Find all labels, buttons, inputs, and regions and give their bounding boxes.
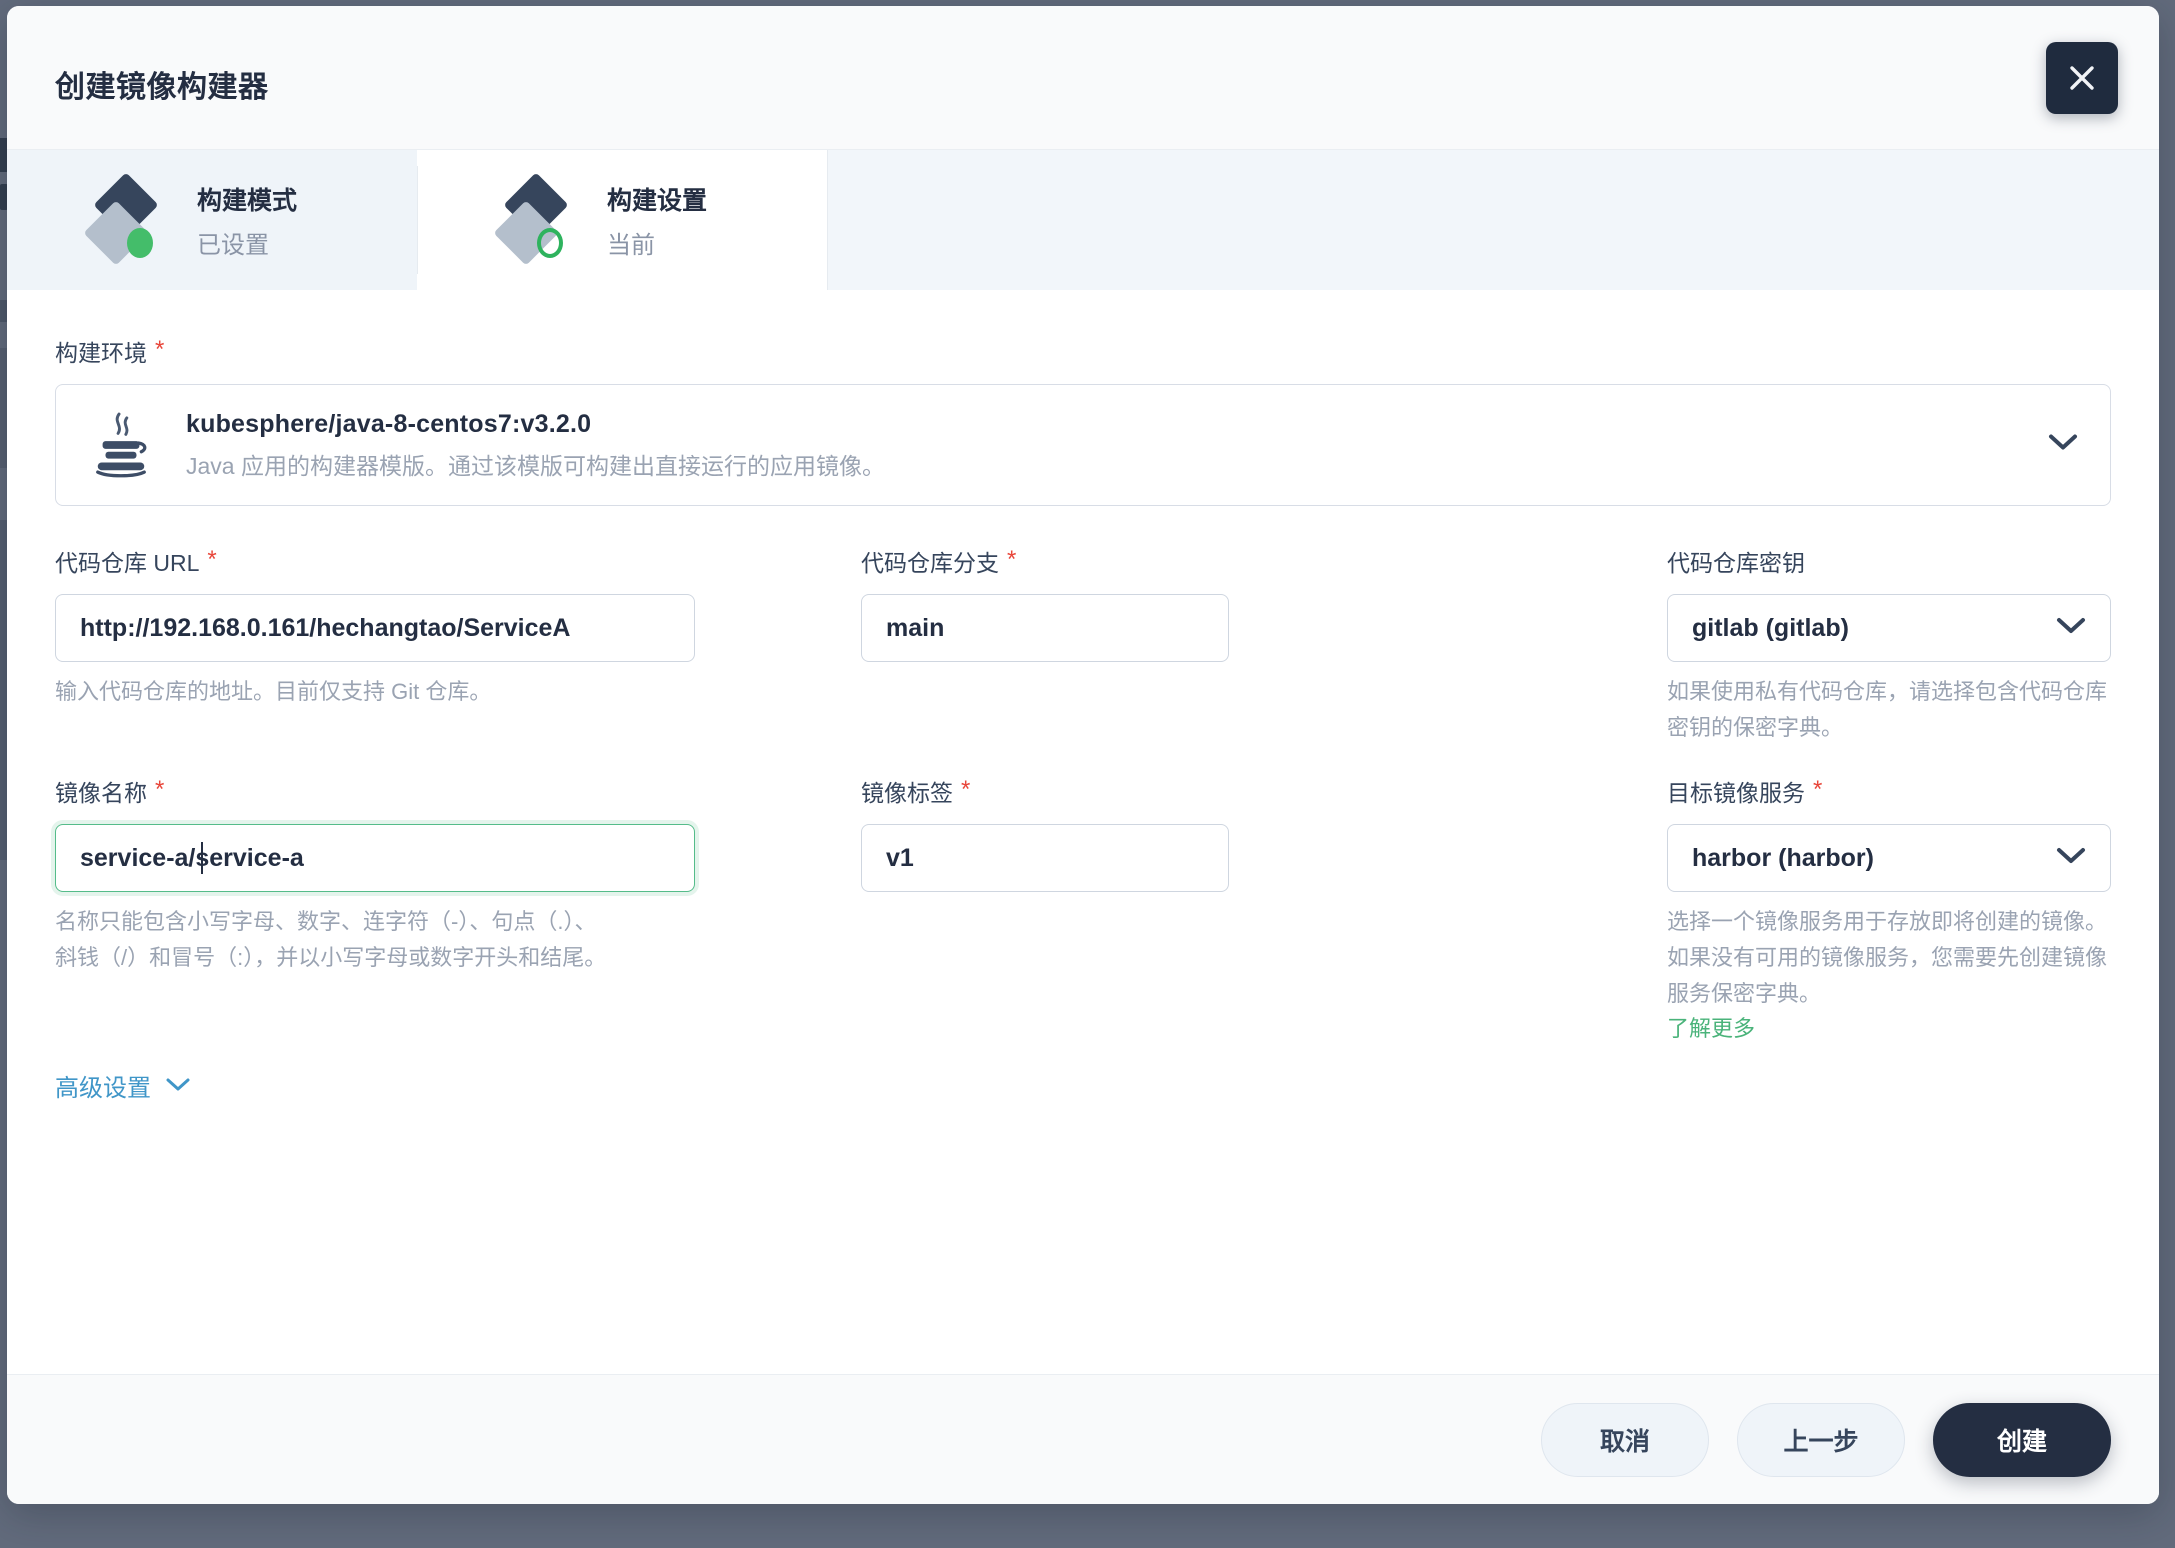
build-environment-image: kubesphere/java-8-centos7:v3.2.0 [186,410,885,439]
page-title: 创建镜像构建器 [55,62,269,106]
step-status-text: 当前 [607,225,707,260]
chevron-down-icon [165,1072,191,1100]
chevron-down-icon [2056,847,2086,870]
image-tag-label: 镜像标签 [861,774,953,808]
step-tabs: 构建模式 已设置 构建设置 当前 [7,150,2159,290]
repo-branch-input[interactable] [861,594,1229,662]
required-marker: * [155,338,164,362]
repo-url-input[interactable] [55,594,695,662]
build-environment-description: Java 应用的构建器模版。通过该模版可构建出直接运行的应用镜像。 [186,447,885,481]
step-status-dot-current [537,228,563,258]
modal-footer: 取消 上一步 创建 [7,1374,2159,1504]
repo-secret-help: 如果使用私有代码仓库，请选择包含代码仓库密钥的保密字典。 [1667,674,2111,746]
step-status-dot-complete [127,228,153,258]
advanced-settings-toggle[interactable]: 高级设置 [55,1068,191,1103]
step-diamond-icon [97,176,171,264]
create-button[interactable]: 创建 [1933,1403,2111,1477]
field-target-registry: 目标镜像服务 * harbor (harbor) 选择一个镜像服务用于存放即将创… [1667,774,2111,1046]
field-repo-secret: 代码仓库密钥 gitlab (gitlab) 如果使用私有代码仓库，请选择包含代… [1667,544,2111,746]
field-image-name: 镜像名称 * 名称只能包含小写字母、数字、连字符（-）、句点（.）、斜钱（/）和… [55,774,695,976]
step-tab-build-mode[interactable]: 构建模式 已设置 [7,150,417,290]
step-label: 构建设置 [607,181,707,217]
cancel-button[interactable]: 取消 [1541,1403,1709,1477]
row-spacer [55,746,2111,774]
required-marker: * [155,778,164,802]
repo-url-label: 代码仓库 URL [55,544,199,578]
java-icon [90,408,152,482]
modal-body: 构建环境 * [7,290,2159,1374]
repo-secret-select[interactable]: gitlab (gitlab) [1667,594,2111,662]
step-tabs-filler [827,150,2159,290]
form-row-image: 镜像名称 * 名称只能包含小写字母、数字、连字符（-）、句点（.）、斜钱（/）和… [55,774,2111,1046]
modal-header: 创建镜像构建器 [7,6,2159,150]
repo-url-help: 输入代码仓库的地址。目前仅支持 Git 仓库。 [55,674,695,710]
build-environment-selector[interactable]: kubesphere/java-8-centos7:v3.2.0 Java 应用… [55,384,2111,506]
step-status-text: 已设置 [197,225,297,260]
required-marker: * [1813,778,1822,802]
close-button[interactable] [2046,42,2118,114]
image-name-input[interactable] [55,824,695,892]
image-name-label: 镜像名称 [55,774,147,808]
field-image-tag: 镜像标签 * [861,774,1501,892]
required-marker: * [207,548,216,572]
required-marker: * [1007,548,1016,572]
learn-more-link[interactable]: 了解更多 [1667,1012,2111,1046]
advanced-settings-label: 高级设置 [55,1068,151,1103]
step-label: 构建模式 [197,181,297,217]
previous-step-button[interactable]: 上一步 [1737,1403,1905,1477]
image-name-help: 名称只能包含小写字母、数字、连字符（-）、句点（.）、斜钱（/）和冒号（:），并… [55,904,615,976]
step-tab-build-settings[interactable]: 构建设置 当前 [417,150,827,290]
repo-branch-label: 代码仓库分支 [861,544,999,578]
chevron-down-icon [2048,434,2078,457]
chevron-down-icon [2056,617,2086,640]
build-environment-label-row: 构建环境 * [55,334,2111,368]
form-row-repository: 代码仓库 URL * 输入代码仓库的地址。目前仅支持 Git 仓库。 代码仓库分… [55,544,2111,746]
create-image-builder-modal: 创建镜像构建器 构建模式 已设置 [7,6,2159,1504]
build-environment-label: 构建环境 [55,334,147,368]
field-repo-branch: 代码仓库分支 * [861,544,1501,662]
image-tag-input[interactable] [861,824,1229,892]
target-registry-label: 目标镜像服务 [1667,774,1805,808]
app-root: 创建镜像构建器 构建模式 已设置 [0,0,2175,1548]
repo-secret-value: gitlab (gitlab) [1692,614,2056,643]
field-repo-url: 代码仓库 URL * 输入代码仓库的地址。目前仅支持 Git 仓库。 [55,544,695,710]
step-diamond-icon [507,176,581,264]
target-registry-help: 选择一个镜像服务用于存放即将创建的镜像。如果没有可用的镜像服务，您需要先创建镜像… [1667,904,2111,1012]
close-icon [2065,61,2099,95]
target-registry-value: harbor (harbor) [1692,844,2056,873]
repo-secret-label: 代码仓库密钥 [1667,544,1805,578]
target-registry-select[interactable]: harbor (harbor) [1667,824,2111,892]
required-marker: * [961,778,970,802]
